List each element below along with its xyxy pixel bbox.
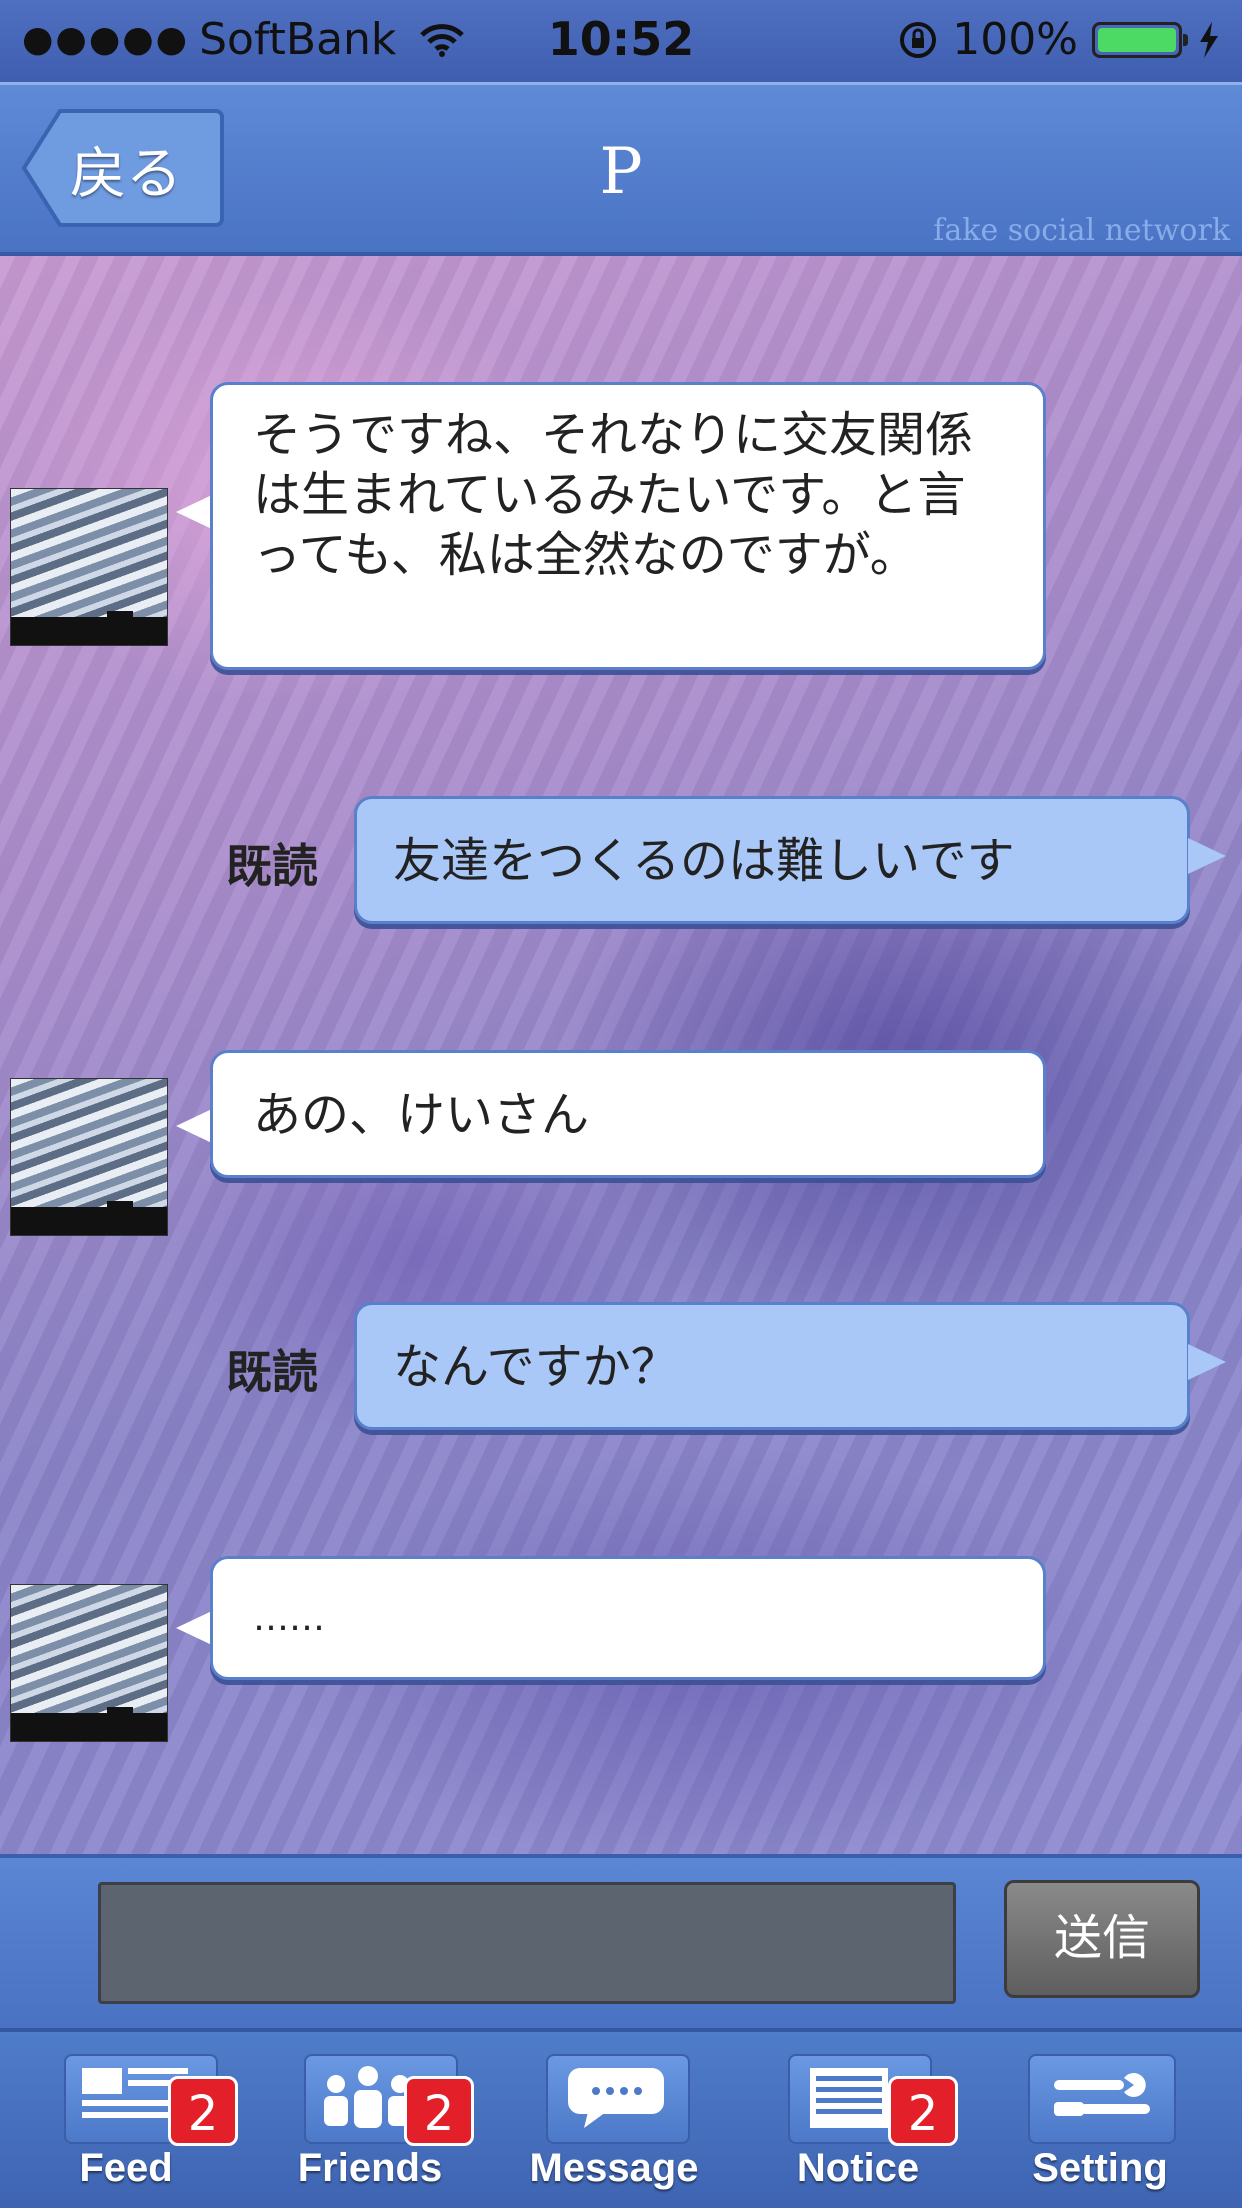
send-button[interactable]: 送信 <box>1004 1880 1200 1998</box>
feed-badge: 2 <box>168 2076 238 2146</box>
message-text: なんですか？ <box>393 1339 679 1395</box>
status-bar: ●●●●● SoftBank 10:52 100% <box>0 0 1242 82</box>
composer-bar: 送信 <box>0 1854 1242 2028</box>
tab-label: Setting <box>1032 2146 1168 2190</box>
read-receipt: 既読 <box>226 839 318 893</box>
tab-message[interactable]: Message <box>530 2054 698 2204</box>
avatar[interactable] <box>10 1584 168 1742</box>
tab-label: Notice <box>796 2146 920 2190</box>
bubble-tail <box>176 1610 214 1646</box>
tab-label: Message <box>529 2146 699 2190</box>
nav-bar: 戻る P fake social network <box>0 82 1242 256</box>
read-receipt: 既読 <box>226 1345 318 1399</box>
avatar[interactable] <box>10 488 168 646</box>
setting-icon <box>1028 2054 1176 2144</box>
message-bubble-outgoing: 友達をつくるのは難しいです <box>354 796 1190 924</box>
message-icon <box>546 2054 690 2144</box>
message-text: そうですね、それなりに交友関係は生まれているみたいです。と言っても、私は全然なの… <box>253 407 974 583</box>
tab-setting[interactable]: Setting <box>1020 2054 1180 2204</box>
rotation-lock-icon <box>900 21 937 58</box>
chat-area[interactable]: そうですね、それなりに交友関係は生まれているみたいです。と言っても、私は全然なの… <box>0 256 1242 1854</box>
message-bubble-incoming: …… <box>210 1556 1046 1680</box>
message-text: あの、けいさん <box>253 1087 590 1143</box>
avatar[interactable] <box>10 1078 168 1236</box>
tab-feed[interactable]: 2 Feed <box>46 2054 238 2204</box>
message-text: …… <box>253 1598 325 1639</box>
message-bubble-outgoing: なんですか？ <box>354 1302 1190 1430</box>
tab-bar: 2 Feed 2 Friends Message 2 Notice Settin… <box>0 2028 1242 2208</box>
tab-friends[interactable]: 2 Friends <box>290 2054 474 2204</box>
charging-icon <box>1200 21 1218 58</box>
app-watermark: fake social network <box>933 213 1230 248</box>
bubble-tail <box>176 1108 214 1144</box>
page-title: P <box>599 135 643 209</box>
battery-fill <box>1098 27 1176 52</box>
tab-notice[interactable]: 2 Notice <box>778 2054 958 2204</box>
battery-icon <box>1092 21 1188 58</box>
bubble-tail <box>1188 1344 1226 1380</box>
message-input[interactable] <box>98 1882 956 2004</box>
message-bubble-incoming: そうですね、それなりに交友関係は生まれているみたいです。と言っても、私は全然なの… <box>210 382 1046 670</box>
tab-label: Friends <box>297 2146 443 2190</box>
battery-percent: 100% <box>952 14 1078 65</box>
message-text: 友達をつくるのは難しいです <box>393 833 1015 889</box>
bubble-tail <box>1188 838 1226 874</box>
message-bubble-incoming: あの、けいさん <box>210 1050 1046 1178</box>
notice-badge: 2 <box>888 2076 958 2146</box>
status-right: 100% <box>898 14 1222 65</box>
tab-label: Feed <box>79 2146 173 2190</box>
friends-badge: 2 <box>404 2076 474 2146</box>
bubble-tail <box>176 494 214 530</box>
